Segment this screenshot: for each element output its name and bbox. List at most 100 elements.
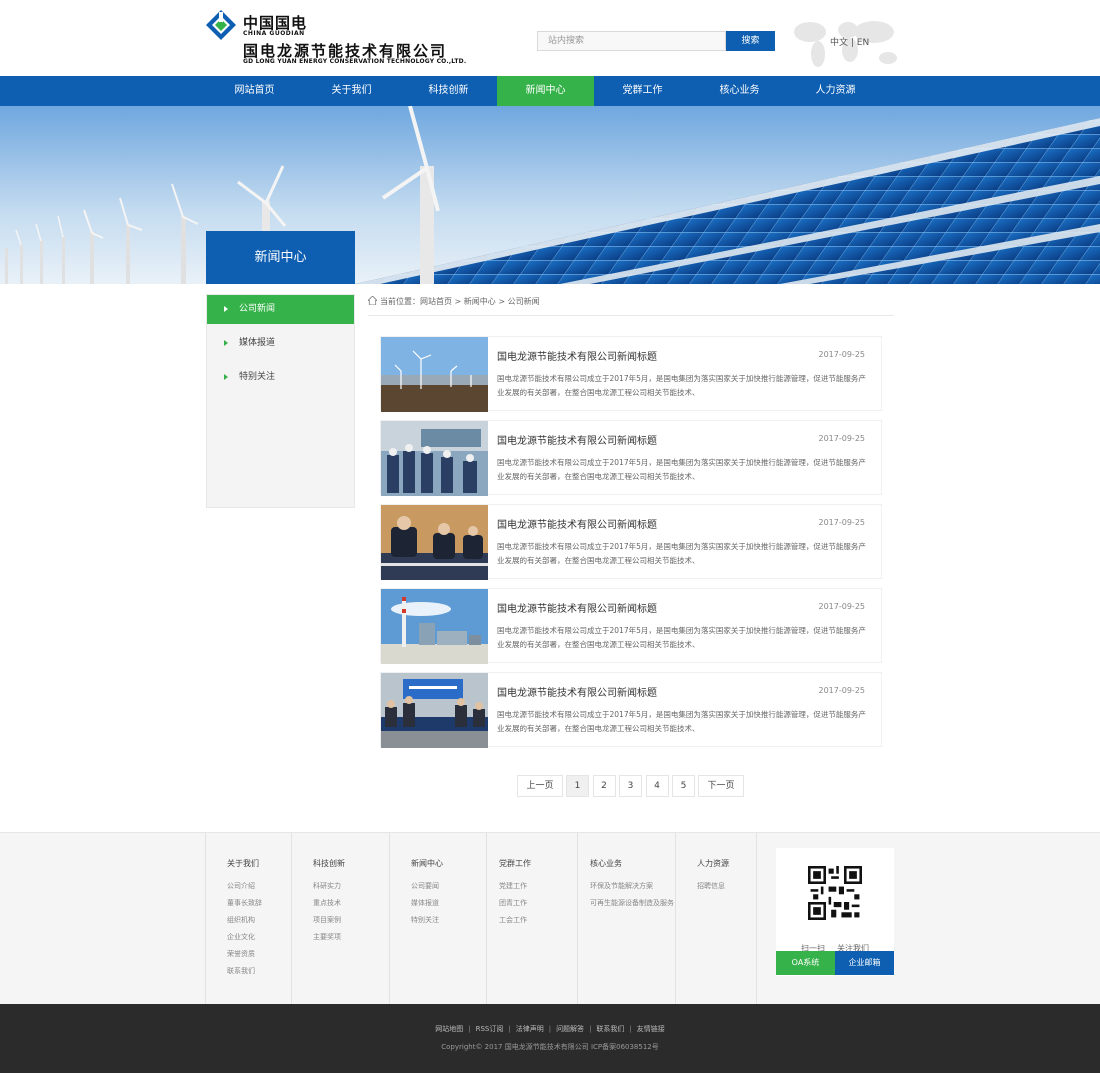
link-separator: |	[548, 1025, 552, 1033]
footer-column-title[interactable]: 关于我们	[227, 858, 259, 869]
sidebar-item-label: 公司新闻	[239, 304, 276, 314]
footer-link[interactable]: 联系我们	[227, 966, 255, 976]
guodian-logo-icon	[206, 10, 236, 40]
bottom-link[interactable]: RSS订阅	[476, 1025, 504, 1033]
bottom-link[interactable]: 问题解答	[556, 1025, 584, 1033]
nav-item[interactable]: 新闻中心	[497, 76, 594, 106]
sidebar-item[interactable]: 媒体报道	[207, 329, 354, 358]
news-thumbnail[interactable]	[381, 505, 488, 580]
footer-link[interactable]: 工会工作	[499, 915, 527, 925]
news-item[interactable]: 国电龙源节能技术有限公司新闻标题 2017-09-25 国电龙源节能技术有限公司成立…	[380, 504, 882, 580]
pager-page-button[interactable]: 3	[619, 775, 642, 797]
company-logo[interactable]: 中国国电 CHINA GUODIAN 国电龙源节能技术有限公司 GD LONG …	[206, 10, 476, 68]
footer-column: 新闻中心公司要闻媒体报道特别关注	[389, 833, 486, 1005]
nav-item[interactable]: 关于我们	[303, 76, 400, 106]
news-thumbnail[interactable]	[381, 421, 488, 496]
pager-page-button[interactable]: 4	[645, 775, 669, 797]
footer-link[interactable]: 环保及节能解决方案	[590, 881, 653, 891]
news-item[interactable]: 国电龙源节能技术有限公司新闻标题 2017-09-25 国电龙源节能技术有限公司成立…	[380, 420, 882, 496]
news-title[interactable]: 国电龙源节能技术有限公司新闻标题	[497, 600, 657, 615]
company-english-name: GD LONG YUAN ENERGY CONSERVATION TECHNOL…	[243, 58, 467, 65]
link-separator: |	[589, 1025, 592, 1033]
footer-link[interactable]: 可再生能源设备制造及服务	[590, 898, 674, 908]
footer-column-title[interactable]: 新闻中心	[411, 858, 443, 869]
breadcrumb-text[interactable]: 当前位置：网站首页 > 新闻中心 > 公司新闻	[380, 296, 540, 307]
qr-code-icon	[808, 866, 862, 920]
footer-column-title[interactable]: 科技创新	[313, 858, 345, 869]
bottom-bar: 网站地图 | RSS订阅 | 法律声明 | 问题解答 | 联系我们 | 友情链接 Copyright…	[0, 1004, 1100, 1073]
news-thumbnail[interactable]	[381, 337, 488, 412]
news-title[interactable]: 国电龙源节能技术有限公司新闻标题	[497, 348, 657, 363]
footer-divider	[756, 833, 757, 1005]
bottom-link[interactable]: 法律声明	[516, 1025, 544, 1033]
news-thumbnail[interactable]	[381, 589, 488, 664]
footer-column-title[interactable]: 人力资源	[697, 858, 729, 869]
footer-link[interactable]: 团青工作	[499, 898, 527, 908]
breadcrumb: 当前位置：网站首页 > 新闻中心 > 公司新闻	[368, 294, 894, 316]
pager-next-button[interactable]: 下一页	[698, 775, 744, 797]
news-title[interactable]: 国电龙源节能技术有限公司新闻标题	[497, 684, 657, 699]
link-separator: |	[629, 1025, 632, 1033]
news-summary: 国电龙源节能技术有限公司成立于2017年5月，是国电集团为落实国家关于加快推行能…	[497, 542, 866, 565]
bottom-link[interactable]: 联系我们	[596, 1025, 624, 1033]
footer-link[interactable]: 企业文化	[227, 932, 255, 942]
footer-column: 科技创新科研实力重点技术项目案例主要奖项	[291, 833, 389, 1005]
sidebar-item[interactable]: 特别关注	[207, 363, 354, 392]
corporate-mail-button[interactable]: 企业邮箱	[835, 951, 894, 975]
pager-page-button[interactable]: 5	[672, 775, 695, 797]
pager-page-button[interactable]: 2	[592, 775, 616, 797]
sidebar: 公司新闻媒体报道特别关注	[206, 294, 355, 508]
footer-link[interactable]: 党建工作	[499, 881, 527, 891]
search-button[interactable]: 搜索	[726, 31, 775, 51]
logo-english-name: CHINA GUODIAN	[243, 30, 305, 37]
news-title[interactable]: 国电龙源节能技术有限公司新闻标题	[497, 432, 657, 447]
sidebar-item-label: 特别关注	[239, 372, 276, 382]
nav-item[interactable]: 网站首页	[206, 76, 303, 106]
banner-section-title: 新闻中心	[206, 231, 355, 284]
site-header: 中国国电 CHINA GUODIAN 国电龙源节能技术有限公司 GD LONG …	[0, 0, 1100, 76]
footer-link[interactable]: 招聘信息	[697, 881, 725, 891]
footer-column: 党群工作党建工作团青工作工会工作	[486, 833, 577, 1005]
footer-link[interactable]: 公司介绍	[227, 881, 255, 891]
news-summary: 国电龙源节能技术有限公司成立于2017年5月，是国电集团为落实国家关于加快推行能…	[497, 626, 866, 649]
nav-item[interactable]: 核心业务	[691, 76, 788, 106]
sidebar-item[interactable]: 公司新闻	[207, 295, 354, 324]
news-thumbnail[interactable]	[381, 673, 488, 748]
bottom-link[interactable]: 友情链接	[637, 1025, 665, 1033]
home-icon	[368, 296, 377, 305]
news-date: 2017-09-25	[818, 350, 866, 359]
news-date: 2017-09-25	[818, 686, 866, 695]
arrow-right-icon	[224, 374, 228, 380]
footer-link[interactable]: 项目案例	[313, 915, 341, 925]
link-separator: |	[508, 1025, 511, 1033]
news-date: 2017-09-25	[818, 602, 866, 611]
site-footer: 扫一扫 关注我们 OA系统 企业邮箱 关于我们 公司介绍 董事长致辞 组织机构 企业文化…	[0, 832, 1100, 1005]
footer-link[interactable]: 主要奖项	[313, 932, 341, 942]
footer-link[interactable]: 重点技术	[313, 898, 341, 908]
footer-link[interactable]: 荣誉资质	[227, 949, 255, 959]
news-title[interactable]: 国电龙源节能技术有限公司新闻标题	[497, 516, 657, 531]
nav-item[interactable]: 党群工作	[594, 76, 691, 106]
footer-link[interactable]: 董事长致辞	[227, 898, 262, 908]
footer-link[interactable]: 科研实力	[313, 881, 341, 891]
news-item[interactable]: 国电龙源节能技术有限公司新闻标题 2017-09-25 国电龙源节能技术有限公司成立…	[380, 672, 882, 748]
footer-link[interactable]: 特别关注	[411, 915, 439, 925]
bottom-link[interactable]: 网站地图	[435, 1025, 463, 1033]
search-input[interactable]: 站内搜索	[537, 31, 726, 51]
footer-column-title[interactable]: 党群工作	[499, 858, 531, 869]
pager-prev-button[interactable]: 上一页	[517, 775, 563, 797]
nav-item[interactable]: 科技创新	[400, 76, 497, 106]
nav-item[interactable]: 人力资源	[787, 76, 884, 106]
news-item[interactable]: 国电龙源节能技术有限公司新闻标题 2017-09-25 国电龙源节能技术有限公司成立…	[380, 588, 882, 664]
footer-column-title[interactable]: 核心业务	[590, 858, 622, 869]
news-item[interactable]: 国电龙源节能技术有限公司新闻标题 2017-09-25 国电龙源节能技术有限公司成立…	[380, 336, 882, 412]
pager-page-button[interactable]: 1	[566, 775, 589, 797]
arrow-right-icon	[224, 306, 228, 312]
footer-link[interactable]: 媒体报道	[411, 898, 439, 908]
footer-link[interactable]: 组织机构	[227, 915, 255, 925]
arrow-right-icon	[224, 340, 228, 346]
language-switch[interactable]: 中文 | EN	[830, 35, 869, 48]
oa-system-button[interactable]: OA系统	[776, 951, 835, 975]
footer-link[interactable]: 公司要闻	[411, 881, 439, 891]
footer-column: 关于我们公司介绍董事长致辞组织机构企业文化荣誉资质联系我们	[205, 833, 291, 1005]
